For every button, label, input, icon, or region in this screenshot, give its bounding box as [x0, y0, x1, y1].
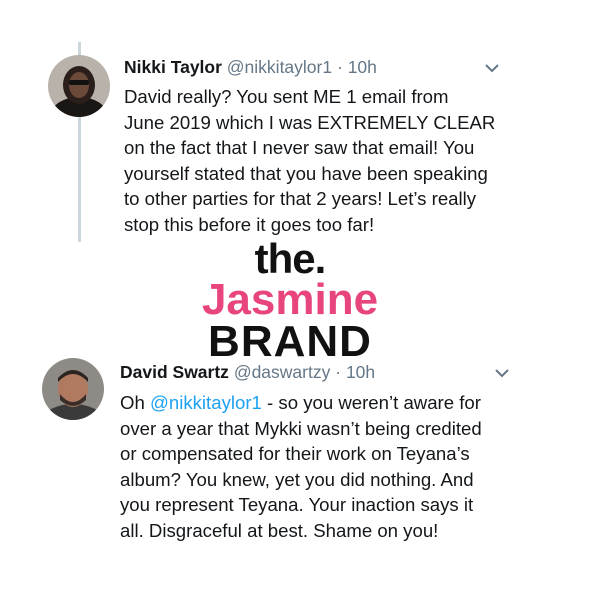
tweet-text-line: or compensated for their work on Teyana’…	[120, 443, 470, 464]
user-handle[interactable]: @nikkitaylor1	[227, 57, 332, 77]
tweet-text-line: on the fact that I never saw that email!…	[124, 137, 475, 158]
tweet-text-line: stop this before it goes too far!	[124, 213, 375, 235]
separator-dot: ·	[336, 57, 343, 77]
tweet-text-line: June 2019 which I was EXTREMELY CLEAR	[124, 111, 496, 133]
tweet-text-line: album? You knew, yet you did nothing. An…	[120, 468, 474, 490]
tweet-text-line: to other parties for that 2 years! Let’s…	[124, 188, 477, 209]
display-name[interactable]: Nikki Taylor	[124, 57, 222, 77]
tweet-text-fragment: Oh	[120, 392, 150, 413]
tweet-text-line: over a year that Mykki wasn’t being cred…	[120, 417, 482, 439]
display-name[interactable]: David Swartz	[120, 362, 229, 382]
tweet-header: David Swartz @daswartzy · 10h	[120, 362, 375, 383]
tweet-text-line: all. Disgraceful at best. Shame on you!	[120, 519, 439, 541]
avatar-david-swartz[interactable]	[42, 358, 104, 420]
tweet-text-line: David really? You sent ME 1 email from	[124, 86, 449, 107]
timestamp[interactable]: 10h	[346, 362, 375, 382]
timestamp[interactable]: 10h	[348, 57, 377, 77]
mention-link[interactable]: @nikkitaylor1	[150, 392, 262, 413]
separator-dot: ·	[335, 362, 342, 382]
avatar-nikki-taylor[interactable]	[48, 55, 110, 117]
watermark-the: the.	[254, 235, 327, 282]
watermark-jasmine: Jasmine	[201, 275, 379, 324]
watermark-logo: the. Jasmine BRAND	[160, 235, 420, 366]
tweet-text-fragment: - so you weren’t aware for	[261, 392, 481, 413]
tweet-body: David really? You sent ME 1 email from J…	[124, 84, 495, 237]
tweet-header: Nikki Taylor @nikkitaylor1 · 10h	[124, 57, 377, 78]
chevron-down-icon[interactable]	[494, 367, 510, 379]
tweet-text-line: yourself stated that you have been speak…	[124, 162, 488, 184]
chevron-down-icon[interactable]	[484, 62, 500, 74]
tweet-text-line: you represent Teyana. Your inaction says…	[120, 494, 474, 515]
watermark-brand: BRAND	[208, 317, 372, 366]
tweet-body: Oh @nikkitaylor1 - so you weren’t aware …	[120, 390, 482, 543]
tweet-text-line: Oh @nikkitaylor1 - so you weren’t aware …	[120, 390, 482, 416]
user-handle[interactable]: @daswartzy	[234, 362, 331, 382]
